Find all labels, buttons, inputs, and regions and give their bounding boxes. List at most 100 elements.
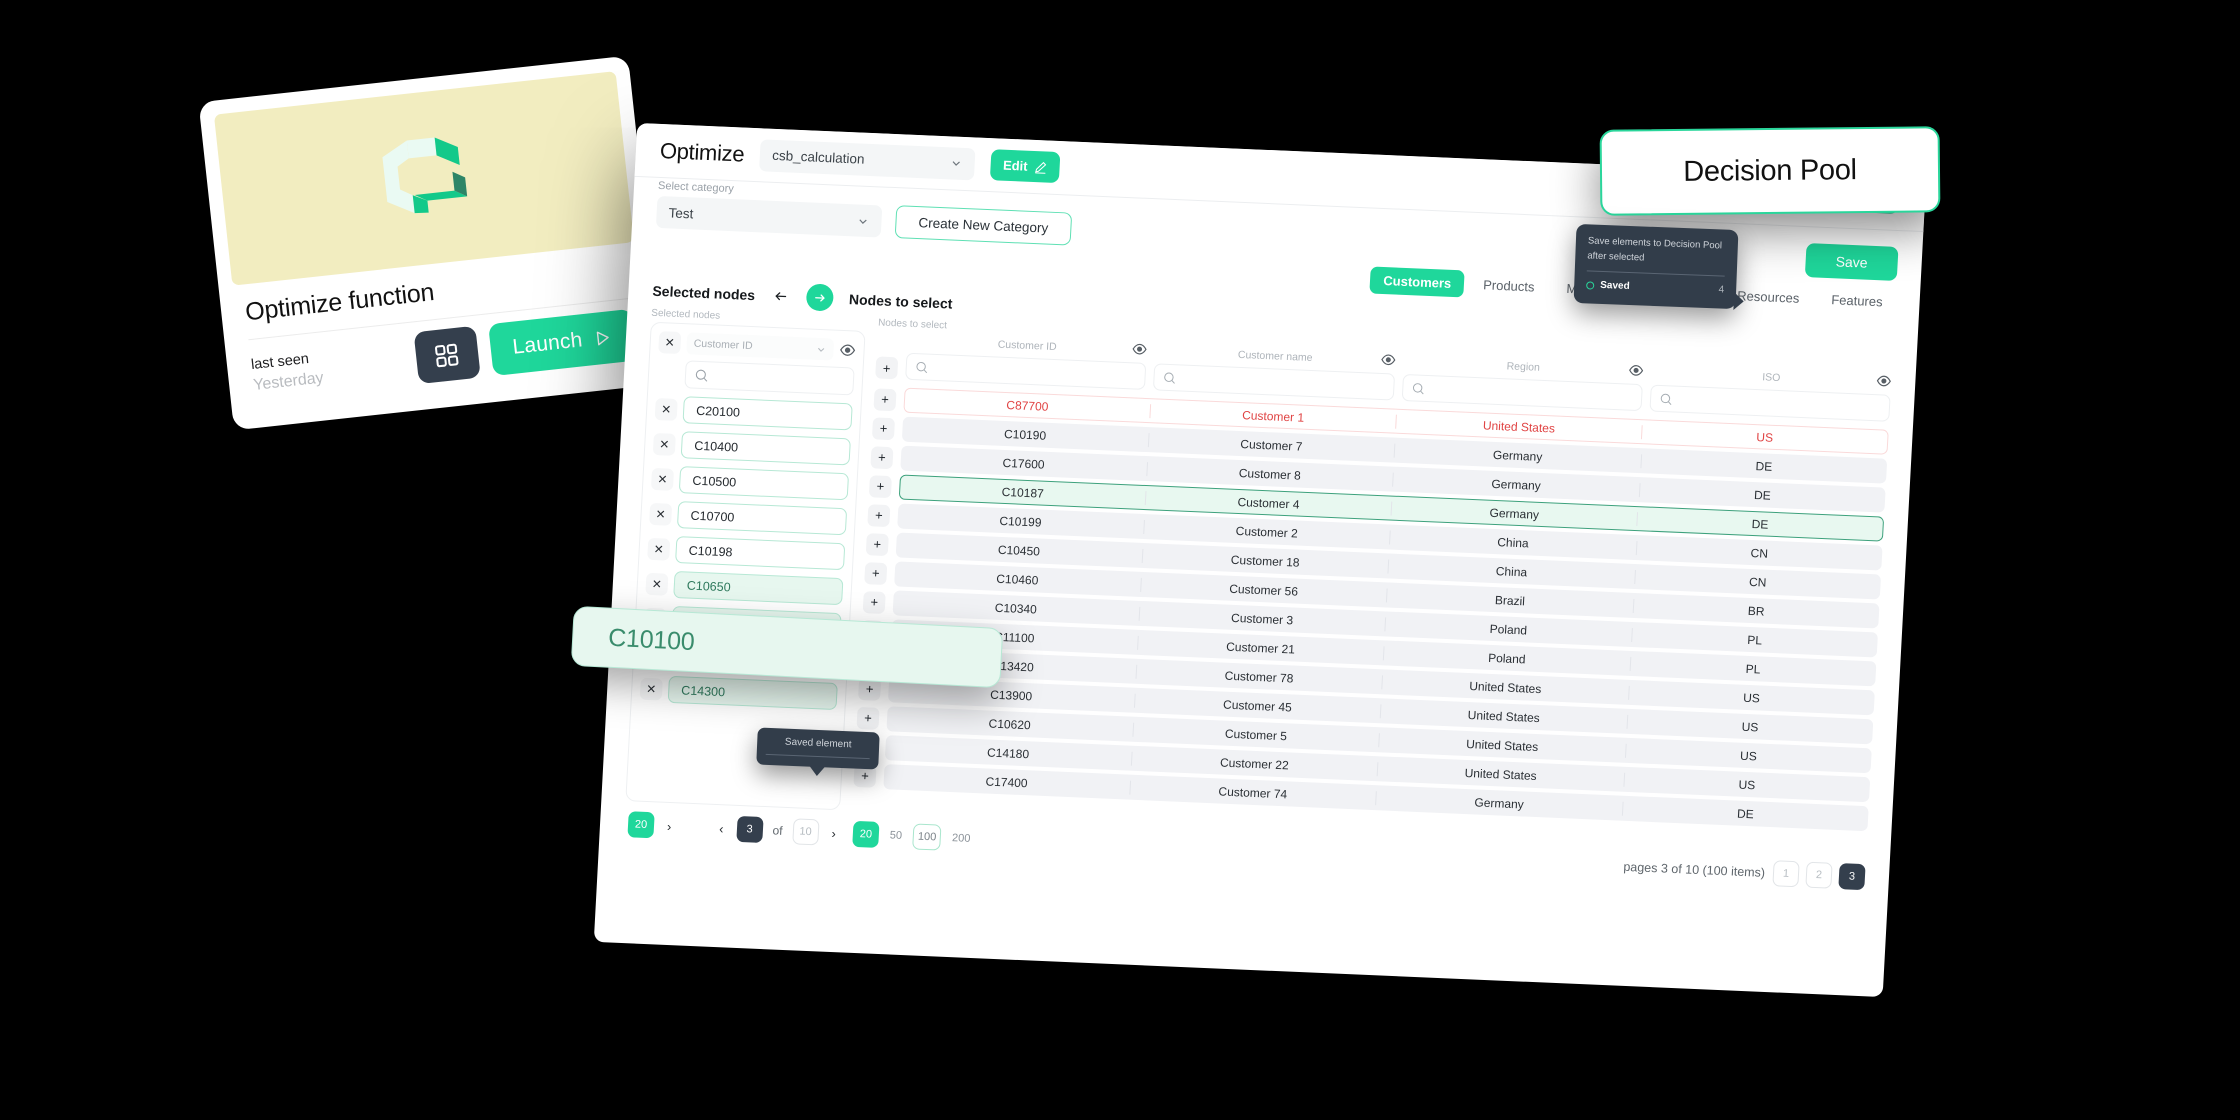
close-icon[interactable]: ✕: [658, 331, 682, 355]
plus-icon[interactable]: +: [856, 706, 880, 730]
selected-node-chip[interactable]: C10500: [678, 466, 850, 501]
plus-icon[interactable]: +: [867, 503, 891, 527]
tab-customers[interactable]: Customers: [1369, 266, 1465, 298]
plus-icon[interactable]: +: [864, 561, 888, 585]
cell-region: Germany: [1393, 472, 1641, 497]
page-size-200[interactable]: 200: [947, 832, 976, 845]
plus-icon[interactable]: +: [871, 416, 896, 440]
arrow-left-icon[interactable]: [771, 287, 791, 304]
selected-node-chip[interactable]: C10400: [680, 431, 851, 466]
save-mode-hint-popover: Save elements to Decision Pool after sel…: [1573, 223, 1739, 310]
plus-icon[interactable]: +: [873, 387, 897, 411]
decision-pool-callout: Decision Pool: [1599, 126, 1941, 216]
cell-customer-id: C10190: [902, 422, 1150, 447]
eye-icon[interactable]: [1380, 352, 1396, 368]
table-column-0: Customer ID: [905, 333, 1148, 390]
remove-node-button[interactable]: ✕: [645, 572, 669, 596]
selected-nodes-search-input[interactable]: [684, 360, 855, 396]
cell-customer-name: Customer 5: [1132, 722, 1380, 747]
cell-region: United States: [1382, 674, 1630, 700]
edit-button-label: Edit: [1002, 157, 1029, 174]
circle-outline-icon: [1586, 281, 1595, 290]
cell-region: Germany: [1394, 443, 1642, 468]
edit-button[interactable]: Edit: [990, 149, 1061, 184]
column-header-label: Customer ID: [997, 338, 1057, 354]
selected-node-chip[interactable]: C20100: [682, 396, 853, 431]
tab-features[interactable]: Features: [1818, 286, 1897, 316]
cell-customer-name: Customer 3: [1139, 606, 1387, 631]
cell-iso: US: [1756, 429, 1774, 445]
cell-customer-name: Customer 78: [1136, 664, 1384, 689]
left-page-size[interactable]: 20: [627, 811, 655, 839]
selected-node-chip[interactable]: C10650: [673, 570, 844, 606]
cell-iso: CN: [1748, 574, 1767, 590]
eye-icon[interactable]: [839, 342, 856, 359]
plus-icon[interactable]: +: [875, 356, 899, 380]
launch-button[interactable]: Launch: [488, 308, 637, 377]
cell-region: China: [1390, 530, 1638, 555]
selected-node-chip[interactable]: C10198: [675, 536, 846, 571]
save-button[interactable]: Save: [1804, 243, 1899, 281]
divider: [1586, 270, 1725, 278]
cell-customer-id: C10340: [892, 595, 1140, 621]
eye-icon[interactable]: [1628, 363, 1644, 379]
tab-products[interactable]: Products: [1470, 271, 1549, 301]
selected-node-chip[interactable]: C10700: [676, 501, 848, 536]
chevron-left-icon[interactable]: ‹: [716, 821, 727, 836]
cell-customer-name: Customer 18: [1142, 548, 1390, 574]
plus-icon[interactable]: +: [862, 590, 886, 614]
app-logo-icon: [377, 130, 472, 226]
cell-iso: DE: [1751, 516, 1769, 532]
selected-nodes-title: Selected nodes: [652, 282, 756, 303]
save-button-label: Save: [1835, 253, 1869, 271]
eye-icon[interactable]: [1876, 373, 1892, 389]
page-button-1[interactable]: 1: [1772, 860, 1800, 888]
remove-node-button[interactable]: ✕: [647, 537, 671, 561]
eye-icon[interactable]: [1132, 341, 1148, 357]
cell-customer-name: Customer 2: [1143, 519, 1391, 545]
left-current-page[interactable]: 3: [735, 815, 764, 843]
remove-node-button[interactable]: ✕: [652, 432, 676, 456]
cell-iso: PL: [1746, 632, 1763, 648]
saved-element-tooltip-text: Saved element: [784, 736, 852, 751]
nodes-to-select-title: Nodes to select: [848, 290, 953, 312]
grid-view-button[interactable]: [413, 325, 481, 385]
page-button-3[interactable]: 3: [1838, 863, 1866, 891]
cell-iso: DE: [1736, 806, 1755, 821]
page-size-50[interactable]: 50: [885, 829, 908, 842]
column-header-label: Region: [1506, 360, 1541, 374]
search-icon: [694, 367, 710, 383]
remove-node-button[interactable]: ✕: [639, 677, 663, 701]
column-header-label: ISO: [1761, 371, 1781, 385]
plus-icon[interactable]: +: [865, 532, 889, 556]
selected-node-chip[interactable]: C14300: [667, 675, 838, 711]
search-icon: [1410, 381, 1425, 396]
left-column-select[interactable]: Customer ID: [686, 332, 835, 361]
cell-customer-name: Customer 74: [1129, 780, 1377, 805]
category-select[interactable]: Test: [655, 195, 883, 238]
table-column-2: Region: [1401, 354, 1644, 412]
cell-customer-name: Customer 1: [1150, 403, 1397, 429]
remove-node-button[interactable]: ✕: [654, 397, 678, 421]
cell-iso: PL: [1745, 661, 1761, 676]
cell-customer-id: C17600: [900, 451, 1148, 476]
create-new-category-button[interactable]: Create New Category: [894, 205, 1073, 246]
remove-node-button[interactable]: ✕: [649, 502, 673, 526]
divider: [765, 753, 870, 760]
plus-icon[interactable]: +: [868, 474, 892, 498]
page-size-100[interactable]: 100: [912, 823, 942, 851]
chevron-right-icon[interactable]: ›: [828, 825, 839, 840]
page-button-2[interactable]: 2: [1805, 861, 1833, 889]
page-size-20[interactable]: 20: [852, 820, 880, 848]
cell-customer-name: Customer 21: [1137, 635, 1385, 660]
optimize-function-card[interactable]: Optimize function last seen Yesterday La…: [198, 55, 664, 431]
saved-element-tooltip: Saved element: [756, 727, 880, 770]
plus-icon[interactable]: +: [870, 445, 894, 469]
chevron-right-icon[interactable]: ›: [664, 818, 675, 833]
selected-node-row: ✕ C10400: [652, 430, 851, 466]
remove-node-button[interactable]: ✕: [650, 467, 675, 491]
pages-label: pages 3 of 10 (100 items): [1623, 859, 1766, 880]
arrow-right-icon[interactable]: [805, 283, 834, 312]
calculation-select[interactable]: csb_calculation: [759, 138, 976, 180]
cell-region: United States: [1377, 761, 1625, 787]
